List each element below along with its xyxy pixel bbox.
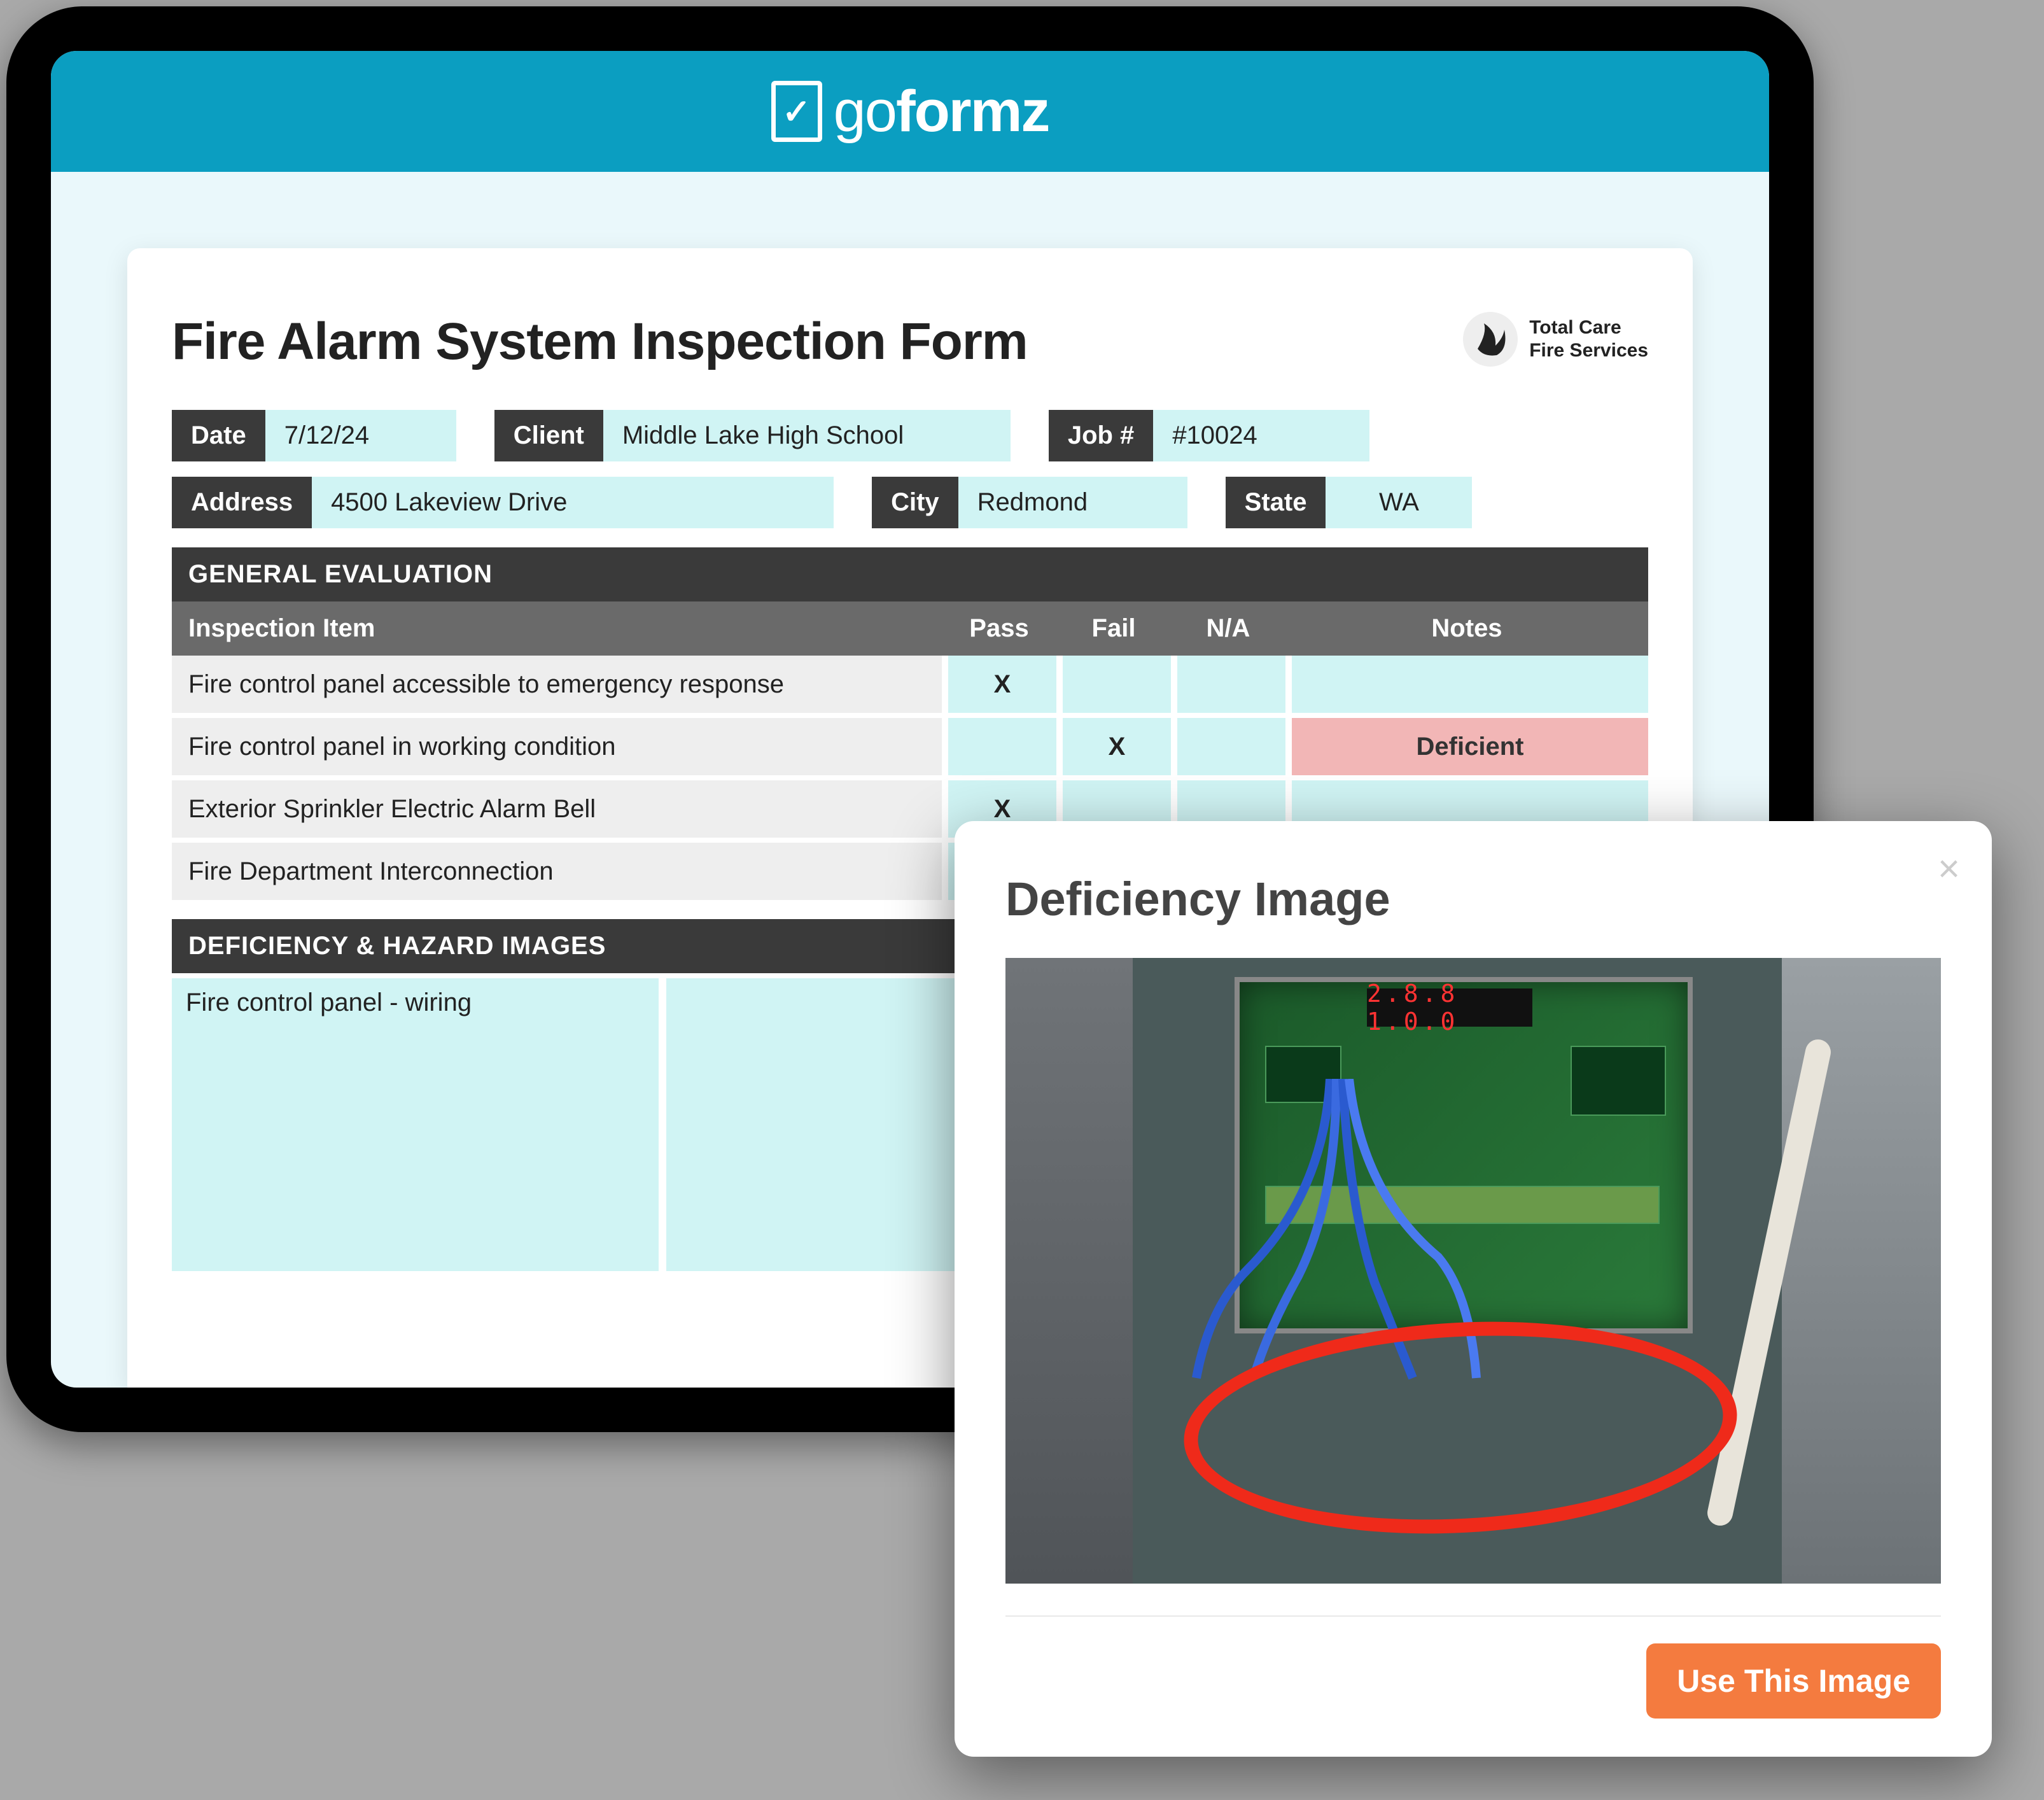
date-value[interactable]: 7/12/24 <box>265 410 456 461</box>
hazard-caption: Fire control panel - wiring <box>186 988 472 1016</box>
company-line2: Fire Services <box>1529 339 1648 362</box>
close-icon[interactable]: × <box>1938 847 1960 890</box>
address-label: Address <box>172 477 312 528</box>
row-item: Fire Department Interconnection <box>172 843 942 900</box>
deficiency-image[interactable]: 2.8.8 1.0.0 <box>1005 958 1941 1584</box>
row-fail[interactable] <box>1063 656 1171 713</box>
address-value[interactable]: 4500 Lakeview Drive <box>312 477 834 528</box>
led-display: 2.8.8 1.0.0 <box>1367 988 1532 1027</box>
row-pass[interactable]: X <box>948 656 1056 713</box>
brand-prefix: go <box>834 79 896 144</box>
th-pass: Pass <box>942 601 1056 656</box>
company-badge: Total Care Fire Services <box>1463 312 1648 367</box>
date-field[interactable]: Date 7/12/24 <box>172 410 456 461</box>
th-notes: Notes <box>1285 601 1648 656</box>
form-header: Fire Alarm System Inspection Form Total … <box>172 312 1648 372</box>
city-label: City <box>872 477 958 528</box>
city-value[interactable]: Redmond <box>958 477 1187 528</box>
row-notes-deficient[interactable]: Deficient <box>1292 718 1648 775</box>
table-row: Fire control panel in working condition … <box>172 718 1648 775</box>
address-field[interactable]: Address 4500 Lakeview Drive <box>172 477 834 528</box>
section-general-eval: GENERAL EVALUATION <box>172 547 1648 601</box>
row-na[interactable] <box>1177 718 1285 775</box>
row-notes[interactable] <box>1292 656 1648 713</box>
row-pass[interactable] <box>948 718 1056 775</box>
field-row-2: Address 4500 Lakeview Drive City Redmond… <box>172 477 1648 528</box>
table-header: Inspection Item Pass Fail N/A Notes <box>172 601 1648 656</box>
flame-icon <box>1463 312 1518 367</box>
brand-logo: goformz <box>771 78 1049 145</box>
job-field[interactable]: Job # #10024 <box>1049 410 1369 461</box>
row-item: Exterior Sprinkler Electric Alarm Bell <box>172 780 942 838</box>
table-row: Fire control panel accessible to emergen… <box>172 656 1648 713</box>
brand-suffix: formz <box>896 79 1049 144</box>
job-value[interactable]: #10024 <box>1153 410 1369 461</box>
th-fail: Fail <box>1056 601 1171 656</box>
client-value[interactable]: Middle Lake High School <box>603 410 1011 461</box>
use-this-image-button[interactable]: Use This Image <box>1646 1643 1941 1719</box>
company-line1: Total Care <box>1529 316 1648 339</box>
chip-icon <box>1571 1046 1666 1116</box>
deficiency-image-modal: × Deficiency Image 2.8.8 1.0.0 Use This … <box>955 821 1992 1757</box>
date-label: Date <box>172 410 265 461</box>
app-header: goformz <box>51 51 1769 172</box>
hazard-cell-1[interactable]: Fire control panel - wiring <box>172 978 659 1271</box>
row-fail[interactable]: X <box>1063 718 1171 775</box>
client-field[interactable]: Client Middle Lake High School <box>494 410 1011 461</box>
brand-icon <box>771 81 822 142</box>
th-na: N/A <box>1171 601 1285 656</box>
state-label: State <box>1226 477 1326 528</box>
brand-text: goformz <box>834 78 1049 145</box>
th-inspection-item: Inspection Item <box>172 601 942 656</box>
client-label: Client <box>494 410 603 461</box>
state-value[interactable]: WA <box>1326 477 1472 528</box>
modal-title: Deficiency Image <box>1005 872 1941 926</box>
job-label: Job # <box>1049 410 1153 461</box>
row-na[interactable] <box>1177 656 1285 713</box>
row-item: Fire control panel accessible to emergen… <box>172 656 942 713</box>
company-name: Total Care Fire Services <box>1529 316 1648 362</box>
cabinet-left <box>1005 958 1133 1584</box>
form-title: Fire Alarm System Inspection Form <box>172 312 1028 372</box>
state-field[interactable]: State WA <box>1226 477 1473 528</box>
modal-footer: Use This Image <box>1005 1615 1941 1719</box>
row-item: Fire control panel in working condition <box>172 718 942 775</box>
city-field[interactable]: City Redmond <box>872 477 1187 528</box>
field-row-1: Date 7/12/24 Client Middle Lake High Sch… <box>172 410 1648 461</box>
